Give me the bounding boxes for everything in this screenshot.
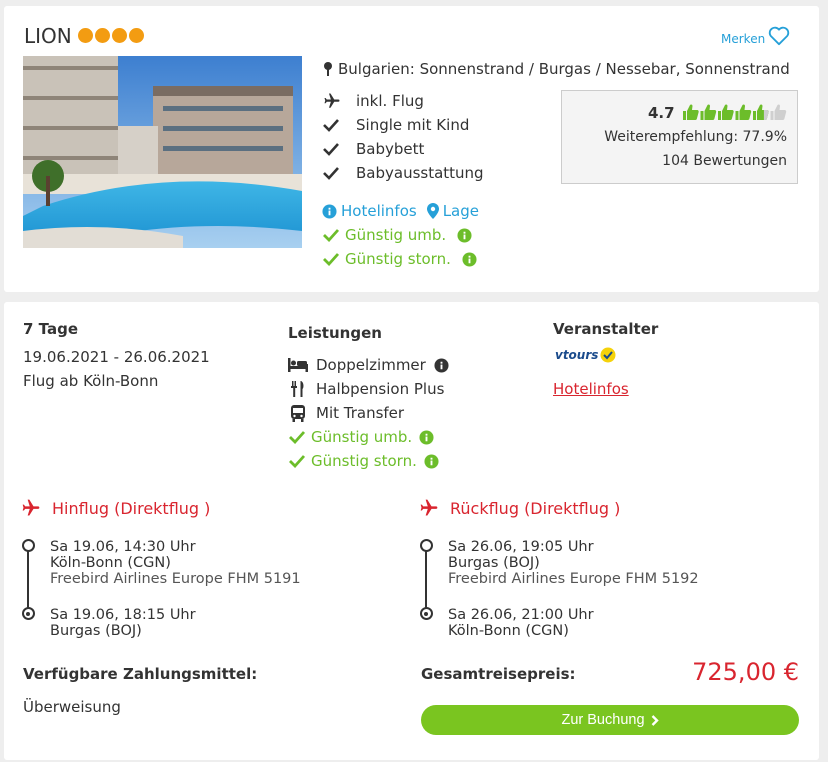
payment-title: Verfügbare Zahlungsmittel:	[23, 665, 258, 683]
check-icon	[289, 431, 306, 444]
hotel-photo[interactable]	[23, 56, 302, 248]
departure-marker	[21, 539, 35, 552]
merken-link[interactable]: Merken	[721, 32, 765, 46]
thumb-icon	[735, 104, 752, 120]
cutlery-icon	[288, 381, 308, 397]
payment-method: Überweisung	[23, 698, 121, 716]
plane-icon	[22, 499, 40, 516]
thumb-icon	[770, 104, 787, 120]
map-pin-icon	[324, 62, 332, 76]
guenstig-umb: Günstig umb.	[322, 226, 472, 244]
thumb-icon	[700, 104, 717, 120]
timeline-line	[27, 547, 29, 610]
star-icon	[78, 28, 93, 43]
offer-card: 7 Tage 19.06.2021 - 26.06.2021 Flug ab K…	[4, 302, 819, 760]
location-text: Bulgarien: Sonnenstrand / Burgas / Nesse…	[338, 60, 790, 78]
guenstig-storn: Günstig storn.	[322, 250, 477, 268]
outbound-arrival: Sa 19.06, 18:15 Uhr Burgas (BOJ)	[50, 607, 196, 639]
plane-icon	[322, 92, 344, 110]
hotel-name[interactable]: LION	[24, 24, 72, 48]
feature-item: Single mit Kind	[322, 116, 469, 134]
departure-marker	[419, 539, 433, 552]
total-label: Gesamtreisepreis:	[421, 665, 576, 683]
return-flight-header: Rückflug (Direktflug )	[418, 498, 620, 518]
operator-logo: vtours	[555, 347, 616, 363]
hotel-location: Bulgarien: Sonnenstrand / Burgas / Nesse…	[322, 60, 790, 78]
info-icon[interactable]	[434, 357, 449, 373]
thumb-icon	[718, 104, 734, 120]
info-icon[interactable]	[419, 429, 434, 445]
timeline-line	[425, 547, 427, 610]
plane-icon	[420, 499, 438, 516]
check-icon	[322, 142, 344, 156]
operator-title: Veranstalter	[553, 320, 659, 338]
vtours-check-icon	[600, 347, 616, 363]
check-icon	[322, 166, 344, 180]
bus-icon	[288, 404, 308, 422]
guenstig-storn: Günstig storn.	[288, 452, 439, 470]
check-icon	[323, 253, 340, 266]
info-icon[interactable]	[424, 453, 439, 469]
heart-icon[interactable]	[768, 26, 790, 50]
thumb-icon	[683, 104, 699, 120]
star-icon	[95, 28, 110, 43]
star-icon	[129, 28, 144, 43]
lage-link[interactable]: Lage	[443, 202, 479, 220]
return-arrival: Sa 26.06, 21:00 Uhr Köln-Bonn (CGN)	[448, 607, 594, 639]
rating-thumbs	[682, 102, 790, 122]
guenstig-umb: Günstig umb.	[288, 428, 434, 446]
feature-item: Babybett	[322, 140, 424, 158]
info-icon[interactable]	[457, 227, 472, 243]
info-icon	[322, 203, 337, 219]
info-icon[interactable]	[462, 251, 477, 267]
location-pin-icon	[426, 203, 439, 219]
check-icon	[322, 118, 344, 132]
check-icon	[323, 229, 340, 242]
chevron-right-icon	[651, 714, 659, 726]
service-item: Doppelzimmer	[288, 356, 449, 374]
feature-item: Babyausstattung	[322, 164, 484, 182]
total-price: 725,00 €	[692, 658, 799, 686]
services-title: Leistungen	[288, 324, 382, 342]
arrival-marker	[419, 607, 433, 620]
hotel-card: LION Merken Bulgarien: Sonnenstrand / Bu…	[4, 6, 819, 292]
rating-score: 4.7	[648, 104, 675, 122]
check-icon	[289, 455, 306, 468]
feature-item: inkl. Flug	[322, 92, 424, 110]
duration: 7 Tage	[23, 320, 78, 338]
outbound-departure: Sa 19.06, 14:30 Uhr Köln-Bonn (CGN) Free…	[50, 539, 301, 587]
hotelinfos-link[interactable]: Hotelinfos	[341, 202, 417, 220]
travel-dates: 19.06.2021 - 26.06.2021	[23, 348, 210, 366]
star-icon	[112, 28, 127, 43]
service-item: Mit Transfer	[288, 404, 404, 422]
rating-box[interactable]: 4.7 Weiterempfehlung: 77.9% 104 Bewertun…	[561, 90, 798, 184]
review-count[interactable]: 104 Bewertungen	[662, 153, 787, 169]
arrival-marker	[21, 607, 35, 620]
outbound-flight-header: Hinflug (Direktflug )	[20, 498, 210, 518]
departure-airport: Flug ab Köln-Bonn	[23, 372, 159, 390]
service-item: Halbpension Plus	[288, 380, 444, 398]
hotel-links: Hotelinfos Lage	[322, 202, 479, 220]
thumb-icon	[753, 104, 769, 120]
bed-icon	[288, 358, 308, 372]
hotel-stars	[78, 28, 144, 43]
return-departure: Sa 26.06, 19:05 Uhr Burgas (BOJ) Freebir…	[448, 539, 699, 587]
operator-hotelinfos-link[interactable]: Hotelinfos	[553, 380, 629, 398]
booking-button[interactable]: Zur Buchung	[421, 705, 799, 735]
recommendation-rate: Weiterempfehlung: 77.9%	[604, 129, 787, 145]
